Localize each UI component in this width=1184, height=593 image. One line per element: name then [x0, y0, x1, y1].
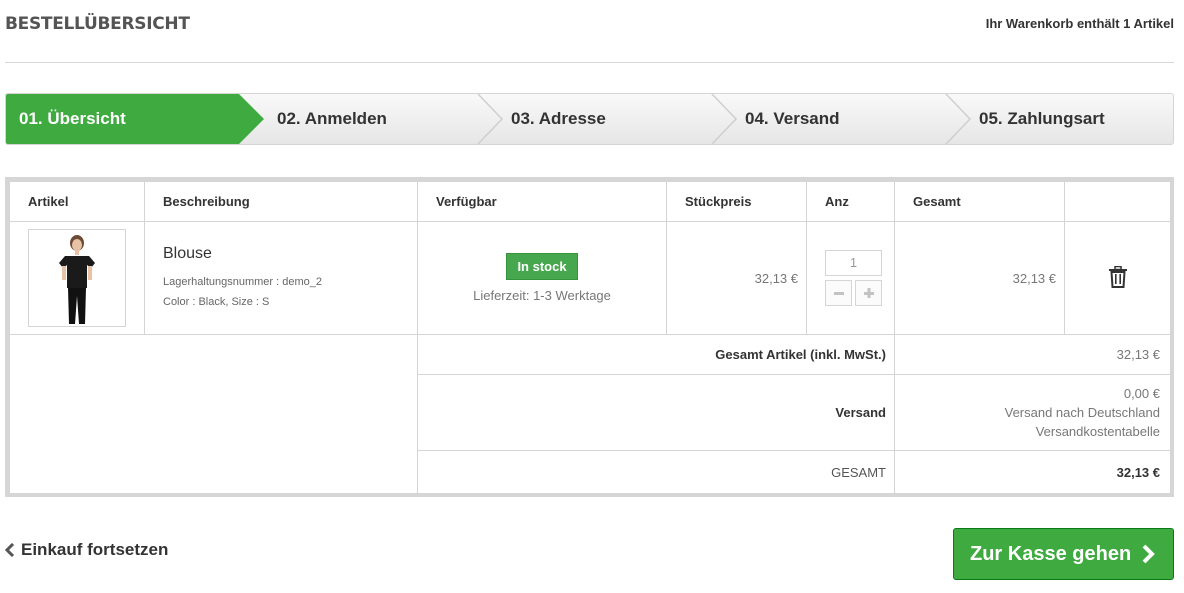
- chevron-right-icon: [1142, 544, 1156, 564]
- quantity-increase-button[interactable]: [855, 280, 882, 306]
- checkout-steps: 01. Übersicht 02. Anmelden 03. Adresse 0…: [5, 93, 1174, 145]
- column-header: Anz: [806, 181, 895, 222]
- step-divider-icon: [711, 94, 738, 144]
- product-image[interactable]: [28, 229, 126, 327]
- blouse-model-icon: [59, 235, 95, 324]
- items-total-value: 32,13 €: [894, 334, 1171, 375]
- step-address[interactable]: 03. Adresse: [476, 94, 710, 144]
- step-login[interactable]: 02. Anmelden: [242, 94, 476, 144]
- items-total-label: Gesamt Artikel (inkl. MwSt.): [417, 334, 895, 375]
- product-attributes[interactable]: Color : Black, Size : S: [163, 292, 417, 312]
- step-divider-icon: [945, 94, 972, 144]
- shipping-value-cell: 0,00 € Versand nach Deutschland Versandk…: [894, 374, 1171, 451]
- step-label: 02. Anmelden: [277, 109, 387, 128]
- shipping-destination: Versand nach Deutschland: [1004, 405, 1160, 420]
- grand-total-label: GESAMT: [417, 450, 895, 495]
- column-header: Gesamt: [894, 181, 1065, 222]
- product-name-link[interactable]: Blouse: [163, 245, 417, 263]
- table-row: Blouse Lagerhaltungsnummer : demo_2 Colo…: [9, 221, 1171, 335]
- quantity-input[interactable]: 1: [825, 250, 882, 276]
- column-header: Artikel: [9, 181, 145, 222]
- checkout-label: Zur Kasse gehen: [970, 542, 1132, 565]
- cart-count-summary: Ihr Warenkorb enthält 1 Artikel: [985, 16, 1174, 31]
- delete-cell: [1064, 221, 1171, 335]
- summary-items-row: Gesamt Artikel (inkl. MwSt.) 32,13 €: [9, 334, 1171, 495]
- empty-summary-cell: [9, 334, 418, 495]
- step-label: 04. Versand: [745, 109, 840, 128]
- product-description-cell: Blouse Lagerhaltungsnummer : demo_2 Colo…: [144, 221, 418, 335]
- plus-icon: [863, 288, 874, 298]
- step-overview[interactable]: 01. Übersicht: [6, 94, 264, 144]
- product-image-cell: [9, 221, 145, 335]
- line-total: 32,13 €: [894, 221, 1065, 335]
- step-label: 03. Adresse: [511, 109, 606, 128]
- delivery-time: Lieferzeit: 1-3 Werktage: [473, 288, 611, 303]
- chevron-left-icon: [5, 543, 15, 557]
- grand-total-value: 32,13 €: [894, 450, 1171, 495]
- column-header: [1064, 181, 1171, 222]
- column-header: Stückpreis: [666, 181, 807, 222]
- column-header: Beschreibung: [144, 181, 418, 222]
- product-sku: Lagerhaltungsnummer : demo_2: [163, 275, 322, 288]
- step-shipping[interactable]: 04. Versand: [710, 94, 944, 144]
- continue-shopping-link[interactable]: Einkauf fortsetzen: [5, 540, 168, 560]
- trash-icon[interactable]: [1108, 265, 1128, 288]
- minus-icon: [833, 292, 844, 295]
- continue-shopping-label: Einkauf fortsetzen: [21, 540, 169, 559]
- step-label: 01. Übersicht: [19, 109, 126, 128]
- quantity-cell: 1: [806, 221, 895, 335]
- shipping-label: Versand: [417, 374, 895, 451]
- cart-summary-table: Artikel Beschreibung Verfügbar Stückprei…: [5, 177, 1174, 497]
- page-title: BESTELLÜBERSICHT: [5, 14, 190, 34]
- step-payment[interactable]: 05. Zahlungsart: [944, 94, 1173, 144]
- availability-cell: In stock Lieferzeit: 1-3 Werktage: [417, 221, 667, 335]
- checkout-button[interactable]: Zur Kasse gehen: [953, 528, 1174, 580]
- shipping-table-link[interactable]: Versandkostentabelle: [895, 422, 1160, 441]
- unit-price: 32,13 €: [666, 221, 807, 335]
- table-header-row: Artikel Beschreibung Verfügbar Stückprei…: [9, 181, 1171, 222]
- column-header: Verfügbar: [417, 181, 667, 222]
- step-divider-icon: [477, 94, 504, 144]
- stock-badge: In stock: [506, 253, 578, 280]
- step-label: 05. Zahlungsart: [979, 109, 1105, 128]
- quantity-decrease-button[interactable]: [825, 280, 852, 306]
- shipping-cost: 0,00 €: [1123, 386, 1160, 401]
- page-header: BESTELLÜBERSICHT Ihr Warenkorb enthält 1…: [5, 12, 1174, 63]
